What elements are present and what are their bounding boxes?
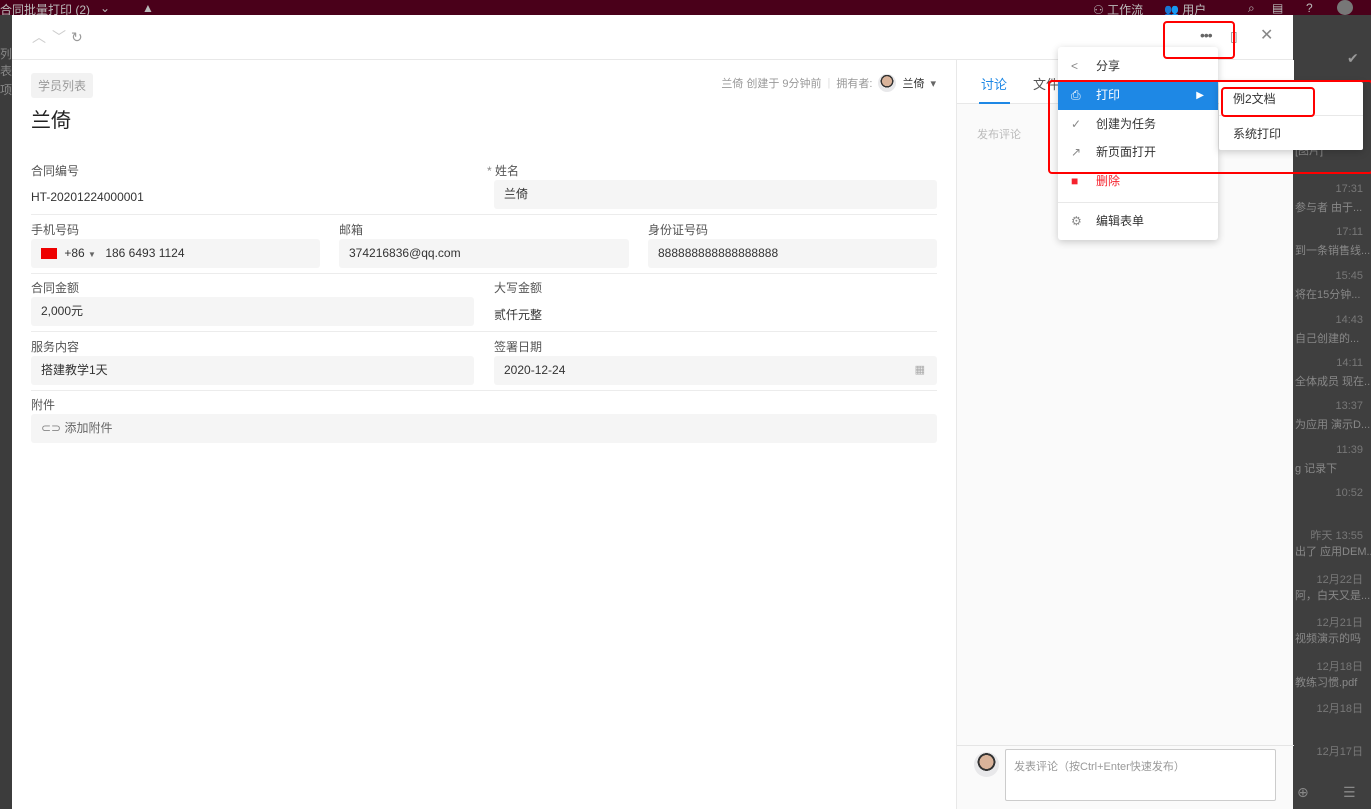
name-field[interactable]: 兰倚	[494, 180, 937, 209]
share-icon: <	[1071, 59, 1079, 73]
caret-down-icon[interactable]: ▾	[930, 77, 936, 90]
chat-time: 12月22日	[1316, 574, 1363, 586]
chat-time: 17:31	[1335, 183, 1363, 195]
help-icon[interactable]: ?	[1306, 1, 1313, 15]
check-icon[interactable]: ✔	[1347, 51, 1359, 65]
background-left-strip: 列表 项	[0, 15, 12, 809]
close-icon[interactable]: ✕	[1260, 28, 1273, 44]
chat-preview: g 记录下	[1295, 463, 1338, 475]
chat-time: 11:39	[1336, 444, 1363, 456]
chat-preview: 参与者 由于...	[1295, 202, 1363, 214]
chat-preview: 全体成员 现在...	[1295, 376, 1371, 388]
collapse-icon[interactable]: ☰	[1343, 785, 1356, 799]
phone-label: 手机号码	[31, 223, 80, 237]
chat-preview: 出了 应用DEM...	[1295, 546, 1371, 558]
sign-date-label: 签署日期	[494, 340, 543, 354]
sign-date-field[interactable]: 2020-12-24 ▦	[494, 356, 937, 385]
chat-time: 15:45	[1335, 270, 1363, 282]
chat-time: 12月17日	[1316, 746, 1363, 758]
divider	[31, 331, 937, 332]
chat-time: 10:52	[1335, 487, 1363, 499]
chat-time: 12月21日	[1316, 617, 1363, 629]
creator-meta: 兰倚 创建于 9分钟前	[721, 78, 822, 90]
owner-label: 拥有者:	[836, 78, 873, 90]
active-tab-indicator	[979, 102, 1010, 104]
chat-preview: 为应用 演示D...	[1295, 419, 1371, 431]
amount-upper-value: 贰仟元整	[494, 308, 543, 322]
phone-value: 186 6493 1124	[105, 246, 185, 260]
post-comment-label: 发布评论	[977, 129, 1021, 141]
owner-name[interactable]: 兰倚	[902, 75, 924, 91]
chat-preview: 阿，白天又是...	[1295, 590, 1371, 602]
chat-preview: 到一条销售线...	[1295, 245, 1371, 257]
contract-no-label: 合同编号	[31, 164, 80, 178]
id-no-field[interactable]: 888888888888888888	[648, 239, 937, 268]
add-chat-icon[interactable]: ⊕	[1297, 785, 1309, 799]
divider	[31, 273, 937, 274]
next-record-icon[interactable]: ﹀	[52, 30, 66, 44]
paperclip-icon: ⊂⊃	[41, 421, 62, 435]
country-code[interactable]: +86	[64, 246, 84, 260]
chat-preview: 视频演示的吗	[1295, 633, 1361, 645]
email-field[interactable]: 374216836@qq.com	[339, 239, 629, 268]
china-flag-icon	[41, 248, 57, 260]
service-field[interactable]: 搭建教学1天	[31, 356, 474, 385]
id-no-label: 身份证号码	[648, 223, 709, 237]
tab-discussion[interactable]: 讨论	[981, 74, 1007, 93]
owner-avatar	[878, 74, 897, 92]
current-user-avatar	[974, 752, 999, 777]
amount-upper-label: 大写金额	[494, 281, 543, 295]
amount-label: 合同金额	[31, 281, 80, 295]
chat-time: 14:11	[1336, 357, 1363, 369]
highlight-box	[1221, 87, 1315, 117]
chat-preview: 自己创建的...	[1295, 333, 1360, 345]
chat-time: 17:11	[1336, 226, 1363, 238]
chat-time: 14:43	[1335, 314, 1363, 326]
name-label: * 姓名	[487, 164, 520, 178]
background-tab: 列表	[0, 47, 13, 78]
chat-preview: 将在15分钟...	[1295, 289, 1361, 301]
record-form: 学员列表 兰倚 兰倚 创建于 9分钟前 | 拥有者: 兰倚 ▾ 合同编号 HT-…	[12, 60, 956, 809]
contract-no-value: HT-20201224000001	[31, 190, 144, 204]
gear-icon: ⚙	[1071, 214, 1082, 228]
service-label: 服务内容	[31, 340, 80, 354]
chat-time: 12月18日	[1316, 661, 1363, 673]
divider	[31, 390, 937, 391]
background-text: 项	[0, 83, 13, 97]
app-topbar: 合同批量打印 (2) ⌄ ▲ ⚇ 工作流 👥 用户 ⌕ ▤ ?	[0, 0, 1371, 17]
user-avatar[interactable]	[1337, 0, 1353, 15]
sign-date-value: 2020-12-24	[504, 363, 566, 377]
app-icon[interactable]: ▲	[142, 1, 154, 15]
search-icon[interactable]: ⌕	[1248, 1, 1255, 16]
highlight-box	[1163, 21, 1235, 59]
record-meta: 兰倚 创建于 9分钟前 | 拥有者: 兰倚 ▾	[721, 74, 936, 92]
add-attachment-button[interactable]: ⊂⊃ 添加附件	[31, 414, 937, 443]
record-category-tag[interactable]: 学员列表	[31, 73, 94, 98]
chevron-down-icon[interactable]: ⌄	[100, 1, 110, 15]
amount-field[interactable]: 2,000元	[31, 297, 474, 326]
record-title: 兰倚	[31, 110, 71, 132]
divider	[31, 214, 937, 215]
chat-time: 12月18日	[1316, 703, 1363, 715]
email-label: 邮箱	[339, 223, 364, 237]
menu-item-edit-form[interactable]: ⚙ 编辑表单	[1058, 207, 1218, 236]
phone-field[interactable]: +86 ▼ 186 6493 1124	[31, 239, 320, 268]
notes-icon[interactable]: ▤	[1272, 1, 1283, 15]
chat-preview: 教练习惯.pdf	[1295, 677, 1358, 689]
attachment-label: 附件	[31, 398, 56, 412]
highlight-box	[1048, 80, 1371, 174]
chat-time: 13:37	[1335, 400, 1363, 412]
refresh-icon[interactable]: ↻	[71, 30, 83, 44]
chat-time: 昨天 13:55	[1310, 530, 1363, 542]
prev-record-icon[interactable]: ︿	[32, 30, 46, 44]
comment-input[interactable]: 发表评论（按Ctrl+Enter快速发布）	[1005, 749, 1276, 801]
calendar-icon[interactable]: ▦	[915, 356, 925, 385]
caret-down-icon[interactable]: ▼	[88, 250, 96, 259]
